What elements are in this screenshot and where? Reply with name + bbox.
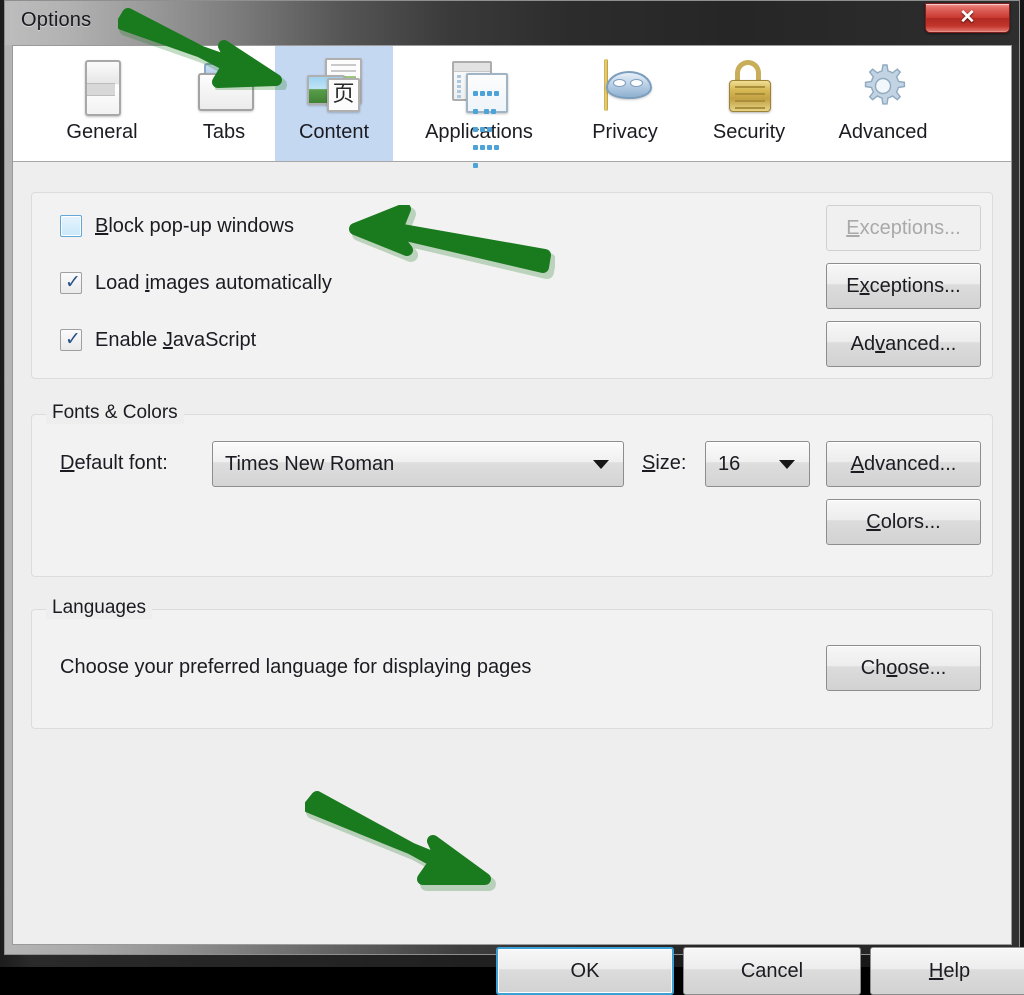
fonts-advanced-label: Advanced... — [850, 452, 957, 475]
checkbox-row-load-images[interactable]: ✓ Load images automatically — [60, 270, 332, 296]
fonts-colors-legend: Fonts & Colors — [46, 402, 184, 424]
fonts-advanced-button[interactable]: Advanced... — [826, 441, 981, 487]
font-size-value: 16 — [718, 452, 741, 475]
tab-general[interactable]: General — [31, 46, 173, 161]
checkbox-row-block-popups[interactable]: Block pop-up windows — [60, 213, 294, 239]
help-button[interactable]: Help — [870, 947, 1024, 995]
javascript-advanced-button[interactable]: Advanced... — [826, 321, 981, 367]
help-label: Help — [928, 959, 971, 982]
default-font-label: Default font: — [60, 452, 168, 474]
font-size-label: Size: — [642, 452, 687, 474]
privacy-mask-icon — [596, 57, 654, 115]
tab-tabs[interactable]: Tabs — [173, 46, 275, 161]
title-bar: Options ✕ — [5, 1, 1019, 45]
tab-general-label: General — [66, 121, 138, 143]
tab-content[interactable]: 页 Content — [275, 46, 393, 161]
close-button[interactable]: ✕ — [925, 3, 1010, 33]
enable-javascript-label: Enable JavaScript — [95, 328, 257, 351]
load-images-checkbox[interactable]: ✓ — [60, 271, 82, 294]
tab-content-label: Content — [298, 121, 370, 143]
block-popups-checkbox[interactable] — [60, 215, 82, 237]
languages-description: Choose your preferred language for displ… — [60, 656, 532, 678]
security-padlock-icon — [720, 57, 778, 115]
content-page-image-icon: 页 — [305, 57, 363, 115]
colors-label: Colors... — [866, 510, 941, 533]
window-frame: Options ✕ General Tabs 页 Content Applica… — [0, 0, 1024, 995]
general-document-icon — [73, 57, 131, 116]
fonts-colors-group: Fonts & Colors Default font: Times New R… — [31, 402, 993, 577]
choose-language-label: Choose... — [860, 656, 947, 679]
choose-language-button[interactable]: Choose... — [826, 645, 981, 691]
tab-applications[interactable]: Applications — [393, 46, 565, 168]
ok-label: OK — [570, 959, 600, 982]
languages-group: Languages Choose your preferred language… — [31, 597, 993, 729]
tab-security[interactable]: Security — [685, 46, 813, 161]
tab-advanced[interactable]: Advanced — [813, 46, 953, 161]
browsing-options-group: Block pop-up windows ✓ Load images autom… — [31, 192, 993, 379]
tab-strip: General Tabs 页 Content Applications Priv… — [13, 46, 1011, 168]
tab-privacy[interactable]: Privacy — [565, 46, 685, 161]
chevron-down-icon — [779, 460, 795, 469]
default-font-value: Times New Roman — [225, 452, 395, 475]
tab-advanced-label: Advanced — [838, 121, 928, 143]
ok-button[interactable]: OK — [496, 947, 674, 995]
images-exceptions-label: Exceptions... — [846, 274, 961, 297]
languages-legend: Languages — [46, 597, 153, 619]
chevron-down-icon — [593, 460, 609, 469]
checkbox-row-enable-javascript[interactable]: ✓ Enable JavaScript — [60, 327, 256, 353]
check-mark-icon: ✓ — [65, 271, 81, 293]
window-title: Options — [21, 9, 92, 31]
tab-privacy-label: Privacy — [592, 121, 658, 143]
default-font-select[interactable]: Times New Roman — [212, 441, 624, 487]
applications-windows-icon — [450, 57, 508, 168]
block-popups-label: Block pop-up windows — [95, 214, 294, 237]
popup-exceptions-button[interactable]: Exceptions... — [826, 205, 981, 251]
popup-exceptions-label: Exceptions... — [846, 216, 961, 239]
check-mark-icon: ✓ — [65, 328, 81, 350]
cancel-button[interactable]: Cancel — [683, 947, 861, 995]
dialog-client-area: General Tabs 页 Content Applications Priv… — [12, 45, 1024, 995]
images-exceptions-button[interactable]: Exceptions... — [826, 263, 981, 309]
advanced-gear-icon — [854, 57, 912, 115]
cancel-label: Cancel — [740, 959, 804, 982]
colors-button[interactable]: Colors... — [826, 499, 981, 545]
font-size-select[interactable]: 16 — [705, 441, 810, 487]
load-images-label: Load images automatically — [95, 271, 332, 294]
tabs-folder-icon — [195, 57, 254, 115]
javascript-advanced-label: Advanced... — [850, 332, 957, 355]
tab-tabs-label: Tabs — [202, 121, 246, 143]
enable-javascript-checkbox[interactable]: ✓ — [60, 328, 82, 351]
close-icon: ✕ — [959, 7, 976, 28]
tab-security-label: Security — [712, 121, 786, 143]
